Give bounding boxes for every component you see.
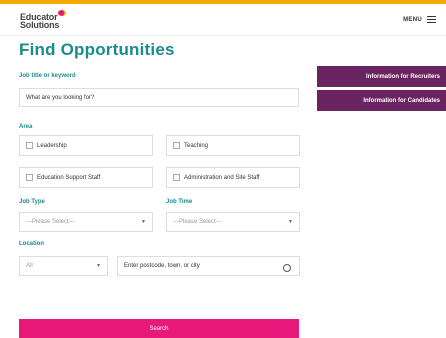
checkbox-icon[interactable] <box>26 174 33 181</box>
job-time-label: Job Time <box>166 199 193 205</box>
search-button[interactable]: Search <box>19 319 299 338</box>
job-time-value: ---Please Select--- <box>173 219 222 225</box>
area-option-label: Leadership <box>37 142 67 149</box>
keyword-placeholder: What are you looking for? <box>26 94 95 101</box>
job-type-label: Job Type <box>19 199 45 205</box>
area-option-leadership[interactable]: Leadership <box>19 135 153 156</box>
job-type-select[interactable]: ---Please Select--- ▼ <box>19 212 153 232</box>
location-input[interactable]: Enter postcode, town, or city <box>117 256 300 276</box>
header-divider <box>0 35 446 36</box>
checkbox-icon[interactable] <box>173 142 180 149</box>
keyword-label: Job title or keyword <box>19 73 76 79</box>
chevron-down-icon: ▼ <box>141 219 146 225</box>
area-option-education-support[interactable]: Education Support Staff <box>19 167 153 188</box>
educator-solutions-logo[interactable]: Educator Solutions <box>20 10 66 30</box>
job-type-value: ---Please Select--- <box>26 219 75 225</box>
location-placeholder: Enter postcode, town, or city <box>124 263 200 269</box>
area-option-teaching[interactable]: Teaching <box>166 135 300 156</box>
job-time-select[interactable]: ---Please Select--- ▼ <box>166 212 300 232</box>
crosshair-icon[interactable] <box>283 264 291 272</box>
candidates-info-button[interactable]: Information for Candidates <box>317 90 446 111</box>
recruiters-info-button[interactable]: Information for Recruiters <box>317 66 446 87</box>
menu-label: MENU <box>403 16 422 23</box>
checkbox-icon[interactable] <box>26 142 33 149</box>
site-header: Educator Solutions MENU <box>0 4 446 34</box>
area-option-label: Teaching <box>184 142 209 149</box>
chevron-down-icon: ▼ <box>288 219 293 225</box>
area-option-label: Administration and Site Staff <box>184 174 260 181</box>
keyword-input[interactable]: What are you looking for? <box>19 88 299 107</box>
location-scope-select[interactable]: All ▼ <box>19 256 108 276</box>
page-title: Find Opportunities <box>19 40 175 59</box>
hamburger-icon <box>427 16 436 23</box>
area-label: Area <box>19 124 33 130</box>
area-option-label: Education Support Staff <box>37 174 101 181</box>
location-label: Location <box>19 241 44 247</box>
menu-button[interactable]: MENU <box>403 16 436 23</box>
location-scope-value: All <box>26 263 33 269</box>
logo-line-2: Solutions <box>20 20 60 30</box>
logo-mark-icon <box>58 10 66 16</box>
checkbox-icon[interactable] <box>173 174 180 181</box>
chevron-down-icon: ▼ <box>96 263 101 269</box>
area-option-administration[interactable]: Administration and Site Staff <box>166 167 300 188</box>
